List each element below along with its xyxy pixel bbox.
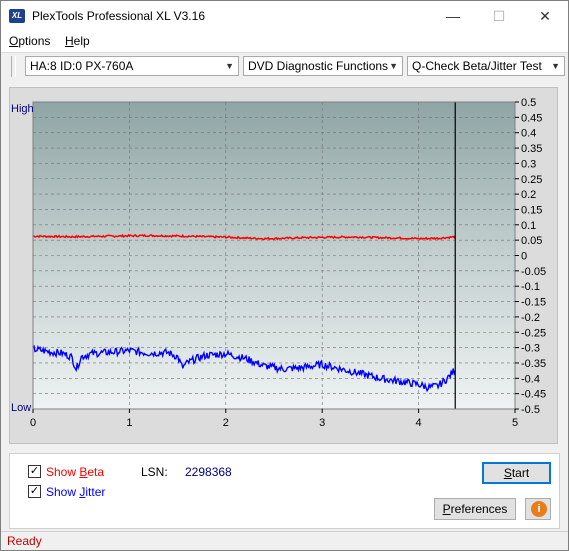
preferences-label: references [450,502,508,516]
info-icon: i [531,501,547,517]
show-beta-text-pre: Show [46,465,80,479]
close-button[interactable]: ✕ [522,1,568,31]
chart-panel: High Low 0 1 2 3 4 5 0.5 0.45 0.4 0.35 0.3 0.25 0.2… [9,87,558,444]
test-select-value: Q-Check Beta/Jitter Test [412,59,542,73]
chevron-down-icon: ▼ [551,61,560,71]
show-jitter-checkbox[interactable]: ✓ [28,485,41,498]
show-jitter-text-post: itter [85,485,106,499]
x-tick-label: 4 [416,417,422,429]
y-tick-label: -0.15 [521,297,546,309]
show-jitter-label[interactable]: Show Jitter [46,485,105,499]
x-tick-label: 2 [223,417,229,429]
app-logo-icon: XL [9,9,25,23]
drive-select[interactable]: HA:8 ID:0 PX-760A ▼ [25,56,239,76]
y-tick-label: 0.25 [521,174,542,186]
y-tick-labels: 0.5 0.45 0.4 0.35 0.3 0.25 0.2 0.15 0.1 0.05 0 -0.0… [515,97,546,416]
y-tick-label: 0.2 [521,189,536,201]
y-tick-label: 0.3 [521,158,536,170]
minimize-button[interactable]: — [430,1,476,31]
toolbar-grip[interactable] [11,56,16,77]
test-select[interactable]: Q-Check Beta/Jitter Test ▼ [407,56,565,76]
y-tick-label: -0.05 [521,266,546,278]
preferences-mnemonic: P [442,502,451,516]
x-tick-label: 3 [319,417,325,429]
y-low-label: Low [11,402,31,414]
status-bar: Ready [1,531,568,550]
chevron-down-icon: ▼ [389,61,398,71]
y-tick-label: -0.4 [521,373,540,385]
y-tick-label: 0.1 [521,220,536,232]
show-beta-text-post: eta [87,465,105,479]
menu-help-mnemonic: H [65,34,74,48]
y-high-label: High [11,103,34,115]
x-tick-label: 5 [512,417,518,429]
grid [32,101,516,410]
show-beta-label[interactable]: Show Beta [46,465,104,479]
x-tick-label: 1 [126,417,132,429]
start-label: tart [511,466,530,480]
y-tick-label: -0.3 [521,343,540,355]
window-title: PlexTools Professional XL V3.16 [32,9,205,23]
x-tick-label: 0 [30,417,36,429]
menu-options[interactable]: Options [9,34,50,48]
y-tick-label: -0.2 [521,312,540,324]
menu-help-label: elp [73,34,90,48]
y-tick-label: -0.45 [521,389,546,401]
y-tick-label: 0.35 [521,143,542,155]
beta-jitter-chart: High Low 0 1 2 3 4 5 0.5 0.45 0.4 0.35 0.3 0.25 0.2… [11,97,546,429]
x-tick-labels: 0 1 2 3 4 5 [30,409,518,429]
show-jitter-text-pre: Show [46,485,80,499]
lsn-label: LSN: [141,465,168,479]
start-mnemonic: S [503,466,512,480]
controls-panel: ✓ Show Beta ✓ Show Jitter LSN: 2298368 S… [9,453,560,529]
menu-bar: Options Help [1,31,568,52]
toolbar: HA:8 ID:0 PX-760A ▼ DVD Diagnostic Funct… [1,52,568,80]
lsn-value: 2298368 [185,465,232,479]
drive-select-value: HA:8 ID:0 PX-760A [30,59,134,73]
menu-options-label: ptions [18,34,51,48]
y-tick-label: -0.1 [521,281,540,293]
function-select-value: DVD Diagnostic Functions [248,59,389,73]
chevron-down-icon: ▼ [225,61,234,71]
title-bar: XL PlexTools Professional XL V3.16 — ☐ ✕ [1,1,568,31]
y-tick-label: 0.5 [521,97,536,109]
y-tick-label: 0.15 [521,204,542,216]
menu-help[interactable]: Help [65,34,90,48]
show-beta-checkbox[interactable]: ✓ [28,465,41,478]
y-tick-label: -0.5 [521,404,540,416]
y-tick-label: 0.45 [521,112,542,124]
y-tick-label: 0.05 [521,235,542,247]
y-tick-label: -0.35 [521,358,546,370]
function-select[interactable]: DVD Diagnostic Functions ▼ [243,56,403,76]
y-tick-label: 0.4 [521,128,536,140]
y-tick-label: -0.25 [521,327,546,339]
maximize-button[interactable]: ☐ [476,1,522,31]
start-button[interactable]: Start [482,462,551,484]
y-tick-label: 0 [521,251,527,263]
info-button[interactable]: i [525,498,551,520]
app-window: XL PlexTools Professional XL V3.16 — ☐ ✕… [0,0,569,551]
menu-options-mnemonic: O [9,34,19,48]
status-text: Ready [7,534,42,548]
preferences-button[interactable]: Preferences [434,498,516,520]
